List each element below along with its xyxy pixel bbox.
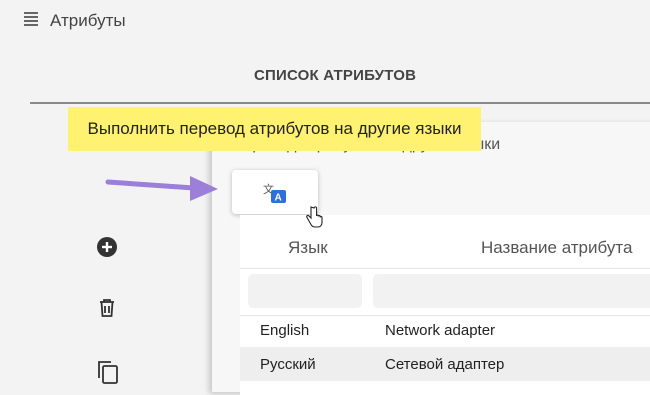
app-title: Атрибуты xyxy=(50,11,126,30)
column-header-name[interactable]: Название атрибута xyxy=(481,238,632,258)
hand-cursor-icon xyxy=(306,206,323,228)
table-row-name: Network adapter xyxy=(385,322,496,339)
add-circle-icon[interactable] xyxy=(95,235,119,259)
svg-text:A: A xyxy=(275,193,282,204)
table-row-name: Сетевой адаптер xyxy=(385,356,505,373)
column-header-language[interactable]: Язык xyxy=(288,238,328,258)
name-filter-input[interactable] xyxy=(373,274,650,308)
filter-divider xyxy=(240,315,650,316)
top-bar: Атрибуты xyxy=(0,0,650,42)
translate-icon: 文 A xyxy=(263,182,286,204)
table-row-language: Русский xyxy=(260,356,316,373)
translation-panel: Перевод атрибутов на другие языки 文 A Яз… xyxy=(212,122,650,395)
pointer-arrow-icon xyxy=(105,176,218,201)
tooltip: Выполнить перевод атрибутов на другие яз… xyxy=(68,107,481,151)
page-title: СПИСОК АТРИБУТОВ xyxy=(254,67,417,84)
menu-icon[interactable] xyxy=(24,12,38,28)
trash-icon[interactable] xyxy=(95,296,119,320)
language-filter-input[interactable] xyxy=(248,274,362,308)
divider xyxy=(30,102,650,104)
header-divider xyxy=(240,268,650,269)
table-row-language: English xyxy=(260,322,310,339)
attributes-table: Язык Название атрибута English Network a… xyxy=(240,215,650,395)
copy-icon[interactable] xyxy=(95,358,119,384)
